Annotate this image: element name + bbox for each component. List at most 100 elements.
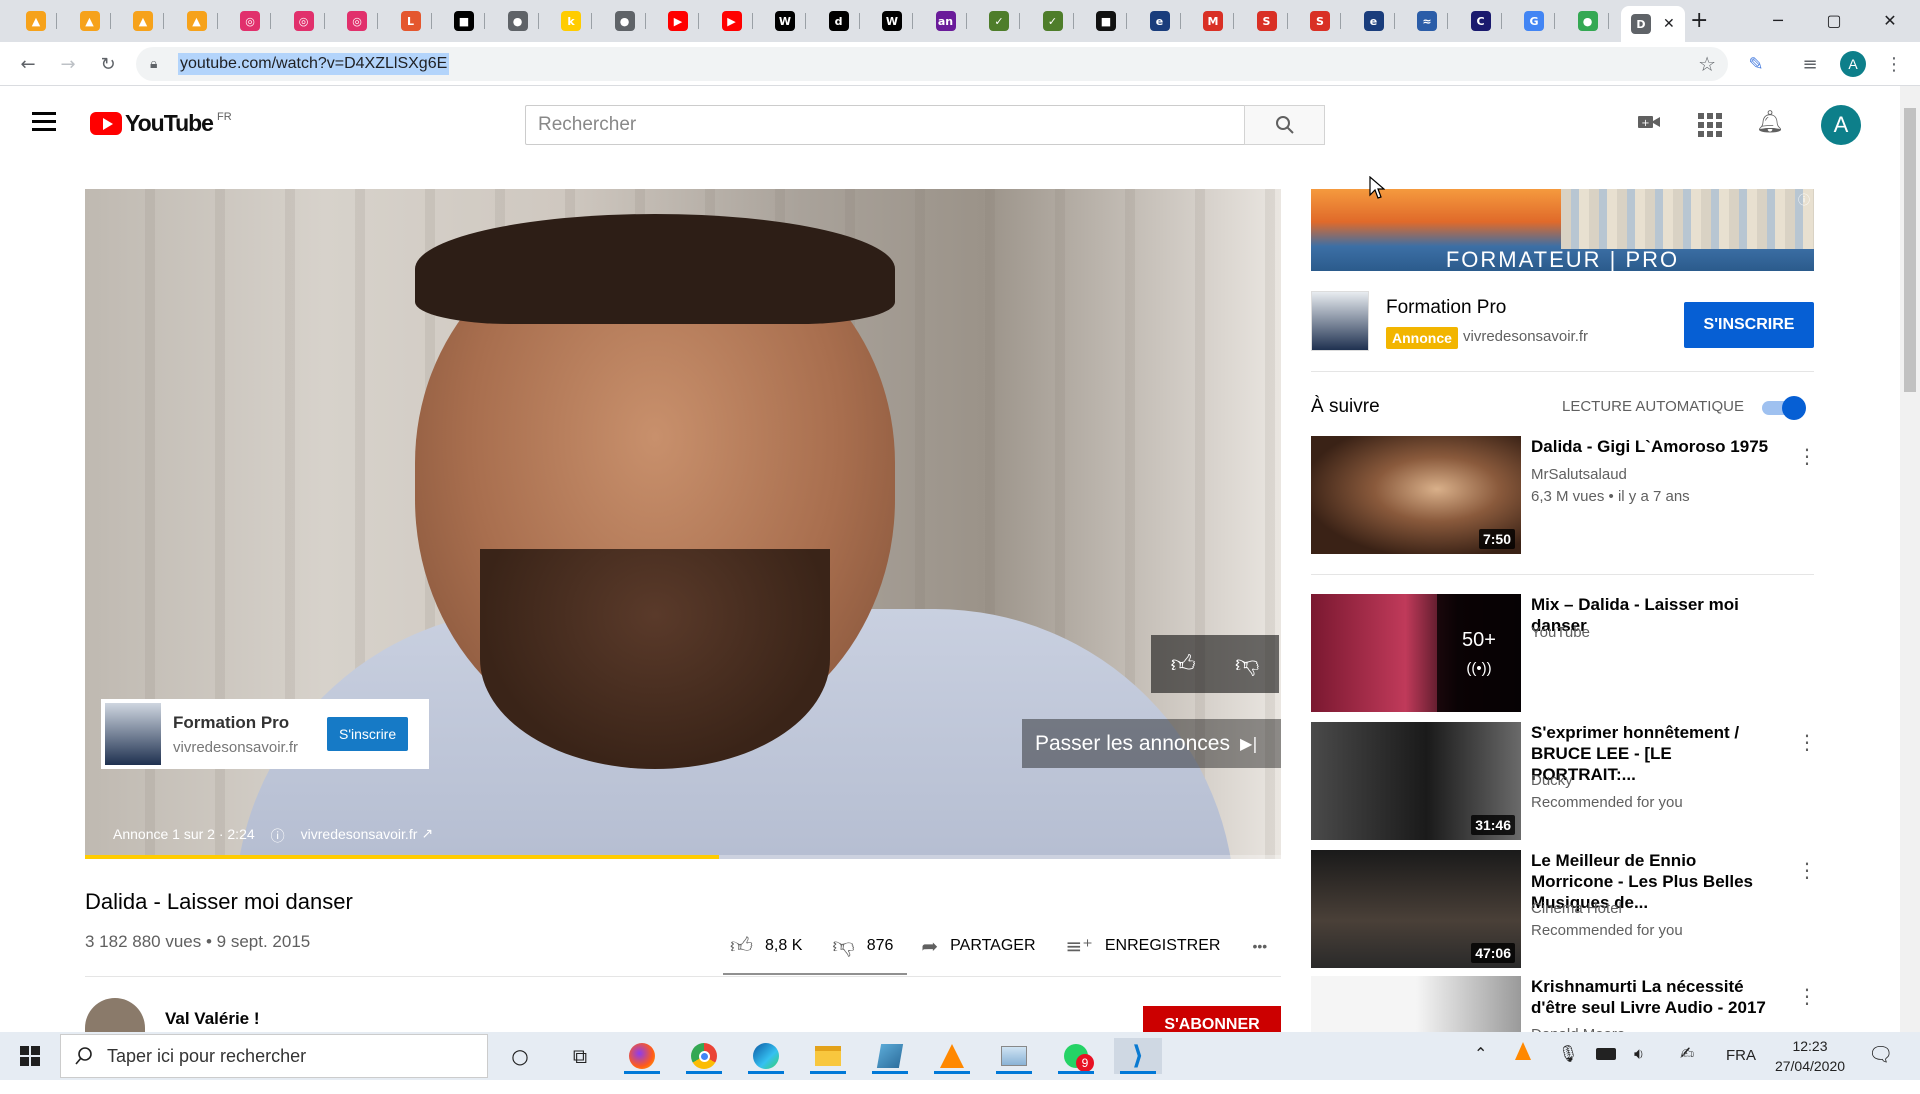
video-item-title[interactable]: Dalida - Gigi L`Amoroso 1975	[1531, 436, 1781, 457]
hamburger-menu-icon[interactable]	[32, 112, 56, 131]
browser-tab[interactable]: G	[1514, 6, 1564, 36]
video-item-channel[interactable]: MrSalutsalaud	[1531, 466, 1627, 483]
language-indicator[interactable]: FRA	[1726, 1047, 1756, 1064]
address-bar[interactable]: 🔒︎ youtube.com/watch?v=D4XZLlSXg6E ☆	[136, 47, 1728, 81]
browser-tab[interactable]: ◎	[337, 6, 387, 36]
ad-card-subscribe-button[interactable]: S'inscrire	[327, 717, 409, 751]
forward-icon[interactable]: →	[54, 50, 82, 78]
browser-tab[interactable]: ▲	[70, 6, 120, 36]
ad-dislike-icon[interactable]: 👎︎	[1235, 650, 1259, 679]
browser-tab[interactable]: ■	[1086, 6, 1136, 36]
save-playlist-icon[interactable]: ≡⁺	[1066, 934, 1093, 958]
ad-info-icon[interactable]: ⓘ	[1798, 191, 1810, 208]
apps-grid-icon[interactable]	[1698, 113, 1722, 137]
more-options-icon[interactable]: ⋮	[1797, 858, 1817, 882]
vscode-icon[interactable]: ⟩	[1114, 1038, 1162, 1074]
up-next-item[interactable]: 50+ ((•)) Mix – Dalida - Laisser moi danse…	[1311, 594, 1814, 712]
skip-ads-button[interactable]: Passer les annonces ▶|	[1022, 719, 1281, 768]
browser-tab[interactable]: e	[1140, 6, 1190, 36]
browser-tab[interactable]: ≈	[1407, 6, 1457, 36]
like-count[interactable]: 8,8 K	[765, 937, 802, 955]
advertiser-logo[interactable]	[1311, 291, 1369, 351]
up-next-item[interactable]: 7:50 Dalida - Gigi L`Amoroso 1975 MrSaluts…	[1311, 436, 1817, 575]
browser-tab[interactable]: an	[926, 6, 976, 36]
youtube-logo[interactable]: YouTube FR	[90, 110, 232, 137]
browser-tab[interactable]: ▲	[177, 6, 227, 36]
browser-tab[interactable]: ●	[498, 6, 548, 36]
tray-vlc-icon[interactable]	[1515, 1042, 1531, 1060]
up-next-item[interactable]: 47:06 Le Meilleur de Ennio Morricone - Le…	[1311, 850, 1817, 968]
browser-tab[interactable]: W	[765, 6, 815, 36]
browser-tab[interactable]: M	[1193, 6, 1243, 36]
share-icon[interactable]: ➦	[921, 934, 938, 958]
notifications-bell-icon[interactable]: 🔔︎	[1756, 110, 1784, 135]
video-thumbnail[interactable]: 50+ ((•))	[1311, 594, 1521, 712]
photos-app-icon[interactable]	[990, 1038, 1038, 1074]
save-button[interactable]: ENREGISTRER	[1105, 937, 1221, 955]
video-item-channel[interactable]: Cinema Hotel	[1531, 900, 1622, 917]
battery-icon[interactable]	[1596, 1048, 1616, 1060]
dislike-count[interactable]: 876	[867, 937, 894, 955]
scrollbar-thumb[interactable]	[1904, 108, 1916, 392]
tray-microphone-icon[interactable]: 🎙︎	[1558, 1044, 1578, 1063]
firefox-icon[interactable]	[618, 1038, 666, 1074]
browser-tab[interactable]: ●	[1568, 6, 1618, 36]
profile-avatar[interactable]: A	[1840, 51, 1866, 77]
search-button[interactable]	[1244, 105, 1325, 145]
browser-tab[interactable]: e	[1354, 6, 1404, 36]
close-window-icon[interactable]: ✕	[1862, 0, 1918, 40]
channel-name[interactable]: Val Valérie !	[165, 1009, 260, 1029]
browser-tab[interactable]: ▶	[712, 6, 762, 36]
new-tab-button[interactable]: +	[1690, 8, 1708, 33]
video-thumbnail[interactable]: 7:50	[1311, 436, 1521, 554]
page-scrollbar[interactable]	[1900, 86, 1920, 1032]
external-link-icon[interactable]: ↗	[421, 826, 433, 846]
video-item-title[interactable]: Krishnamurti La nécessité d'être seul Li…	[1531, 976, 1781, 1018]
ad-overlay-card[interactable]: Formation Pro vivredesonsavoir.fr S'insc…	[101, 699, 429, 769]
up-next-item[interactable]: 31:46 S'exprimer honnêtement / BRUCE LEE …	[1311, 722, 1817, 840]
back-icon[interactable]: ←	[14, 50, 42, 78]
channel-avatar[interactable]	[85, 998, 145, 1032]
share-button[interactable]: PARTAGER	[950, 937, 1035, 955]
media-control-icon[interactable]: ≡	[1796, 50, 1824, 78]
maximize-icon[interactable]: ▢	[1806, 0, 1862, 40]
browser-tab[interactable]: ◎	[230, 6, 280, 36]
browser-tab[interactable]: d	[819, 6, 869, 36]
browser-tab[interactable]: ✓	[1033, 6, 1083, 36]
taskbar-search-box[interactable]: Taper ici pour rechercher	[60, 1034, 488, 1078]
video-thumbnail[interactable]: 47:06	[1311, 850, 1521, 968]
browser-tab[interactable]: C	[1461, 6, 1511, 36]
reload-icon[interactable]: ↻	[94, 50, 122, 78]
browser-tab[interactable]: ✓	[979, 6, 1029, 36]
file-explorer-icon[interactable]	[804, 1038, 852, 1074]
video-player[interactable]: 👍︎ 👎︎ Formation Pro vivredesonsavoir.fr …	[85, 189, 1281, 859]
browser-tab[interactable]: ●	[605, 6, 655, 36]
volume-icon[interactable]: 🔉︎	[1634, 1044, 1644, 1064]
autoplay-toggle[interactable]	[1758, 395, 1806, 420]
minimize-icon[interactable]: ─	[1750, 0, 1806, 40]
task-view-icon[interactable]: ⧉	[556, 1038, 604, 1074]
ad-like-icon[interactable]: 👍︎	[1171, 650, 1196, 679]
video-thumbnail[interactable]: 31:46	[1311, 722, 1521, 840]
more-options-icon[interactable]: ⋮	[1797, 444, 1817, 468]
menu-kebab-icon[interactable]: ⋮	[1880, 50, 1908, 78]
edge-icon[interactable]	[742, 1038, 790, 1074]
info-icon[interactable]: ⓘ	[271, 826, 285, 846]
vlc-icon[interactable]	[928, 1038, 976, 1074]
ad-link[interactable]: vivredesonsavoir.fr	[301, 826, 418, 846]
more-actions-icon[interactable]: •••	[1252, 938, 1267, 954]
browser-tab[interactable]: S	[1247, 6, 1297, 36]
more-options-icon[interactable]: ⋮	[1797, 984, 1817, 1008]
create-video-icon[interactable]: +	[1637, 112, 1661, 137]
subscribe-button[interactable]: S'ABONNER	[1143, 1006, 1281, 1032]
browser-tab[interactable]: L	[391, 6, 441, 36]
cortana-icon[interactable]: ○	[496, 1038, 544, 1074]
browser-tab[interactable]: k	[551, 6, 601, 36]
bookmark-star-icon[interactable]: ☆	[1698, 52, 1716, 76]
chrome-icon[interactable]	[680, 1038, 728, 1074]
whatsapp-icon[interactable]: 9	[1052, 1038, 1100, 1074]
close-tab-icon[interactable]: ✕	[1663, 16, 1675, 32]
browser-tab[interactable]: ◎	[284, 6, 334, 36]
ad-domain[interactable]: vivredesonsavoir.fr	[1463, 328, 1588, 345]
video-item-channel[interactable]: Ducky	[1531, 772, 1573, 789]
